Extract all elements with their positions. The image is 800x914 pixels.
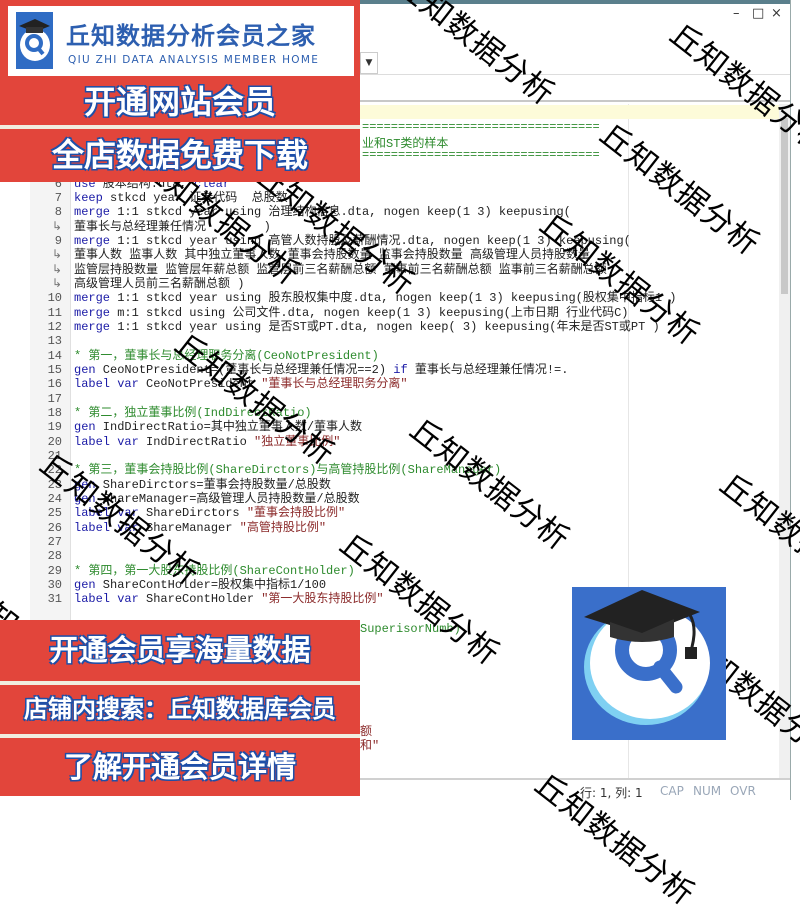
line-number: 16 <box>47 377 62 392</box>
line-number: 29 <box>47 563 62 578</box>
line-number: 28 <box>47 549 62 564</box>
code-keyword: merge <box>74 205 111 220</box>
line-number: 31 <box>47 592 62 607</box>
line-number: 10 <box>47 291 62 306</box>
code-line[interactable]: 15 gen CeoNotPresident=(董事长与总经理兼任情况==2) i… <box>30 363 780 377</box>
code-keyword: merge <box>74 319 111 334</box>
brand-name-cn: 丘知数据分析会员之家 <box>66 22 316 50</box>
line-number: 8 <box>54 205 62 220</box>
graduation-cap-magnifier-icon <box>584 590 710 725</box>
code-line[interactable]: 18 * 第二，独立董事比例(IndDirectRatio) <box>30 406 780 420</box>
code-keyword: merge <box>74 305 111 320</box>
banner-massive-data[interactable]: 开通会员享海量数据 <box>0 620 360 681</box>
code-line[interactable]: 9 merge 1:1 stkcd year using 高管人数持股及薪酬情况.… <box>30 234 780 248</box>
code-line[interactable]: 19 gen IndDirectRatio=其中独立董事人数/董事人数 <box>30 420 780 434</box>
comment-fragment: ================================= <box>362 148 600 162</box>
line-number: 19 <box>47 420 62 435</box>
minimize-button[interactable]: – <box>733 6 740 21</box>
line-number: 13 <box>47 334 62 349</box>
banner-free-download[interactable]: 全店数据免费下载 <box>0 130 360 180</box>
brand-logo-large <box>572 587 726 740</box>
comment-fragment: ================================= <box>362 120 600 134</box>
code-text: 高级管理人员前三名薪酬总额 ) <box>74 276 245 291</box>
line-number: 26 <box>47 520 62 535</box>
line-number: 27 <box>47 535 62 550</box>
code-string: "高管持股比例" <box>239 520 327 535</box>
code-line[interactable]: 21 <box>30 449 780 463</box>
wrap-continuation-icon: ↳ <box>51 262 62 277</box>
caps-lock-indicator: CAP <box>660 784 684 798</box>
brand-name-en: QIU ZHI DATA ANALYSIS MEMBER HOME <box>68 54 320 66</box>
code-keyword: label var <box>74 434 139 449</box>
code-text: ShareContHolder <box>138 592 262 607</box>
divider <box>0 125 360 129</box>
code-line[interactable]: ↳ 董事长与总经理兼任情况 ) <box>30 220 780 234</box>
line-number: 9 <box>54 233 62 248</box>
close-button[interactable]: × <box>771 6 782 21</box>
code-text: 董事长与总经理兼任情况!=. <box>407 362 569 377</box>
promo-panel-top: 丘知数据分析会员之家 QIU ZHI DATA ANALYSIS MEMBER … <box>0 0 360 182</box>
line-number: 30 <box>47 578 62 593</box>
wrap-continuation-icon: ↳ <box>51 219 62 234</box>
code-keyword: label var <box>74 377 139 392</box>
brand-header: 丘知数据分析会员之家 QIU ZHI DATA ANALYSIS MEMBER … <box>8 6 354 76</box>
code-keyword: merge <box>74 291 111 306</box>
code-line[interactable]: 17 <box>30 392 780 406</box>
code-text: m:1 stkcd using 公司文件.dta, nogen keep(1 3… <box>110 305 629 320</box>
banner-store-search[interactable]: 店铺内搜索：丘知数据库会员 <box>0 685 360 734</box>
wrap-continuation-icon: ↳ <box>51 248 62 263</box>
toolbar-dropdown[interactable]: ▼ <box>360 52 378 74</box>
line-number: 17 <box>47 391 62 406</box>
banner-membership-details[interactable]: 了解开通会员详情 <box>0 738 360 796</box>
code-keyword: gen <box>74 362 96 377</box>
code-string: "第一大股东持股比例" <box>261 592 384 607</box>
line-number: 7 <box>54 190 62 205</box>
code-line[interactable]: 22 * 第三，董事会持股比例(ShareDirctors)与高管持股比例(Sha… <box>30 463 780 477</box>
line-number: 25 <box>47 506 62 521</box>
code-keyword: keep <box>74 190 103 205</box>
line-number: 18 <box>47 406 62 421</box>
string-fragment: 和" <box>360 739 380 753</box>
code-line[interactable]: 14 * 第一，董事长与总经理职务分离(CeoNotPresident) <box>30 349 780 363</box>
code-keyword: if <box>393 362 408 377</box>
code-text: ShareDirctors=董事会持股数量/总股数 <box>95 477 331 492</box>
code-keyword: gen <box>74 420 96 435</box>
line-number: 15 <box>47 362 62 377</box>
wrap-continuation-icon: ↳ <box>51 276 62 291</box>
code-comment: * 第四，第一大股东持股比例(ShareContHolder) <box>74 563 355 578</box>
code-text: ShareContHolder=股权集中指标1/100 <box>95 578 327 593</box>
code-keyword: merge <box>74 233 111 248</box>
brand-logo-icon <box>16 12 53 69</box>
code-line[interactable]: 8 merge 1:1 stkcd year using 治理结构信息.dta, … <box>30 205 780 219</box>
scrollbar-thumb[interactable] <box>781 118 788 294</box>
maximize-button[interactable]: □ <box>752 6 764 21</box>
banner-open-membership[interactable]: 开通网站会员 <box>0 79 360 125</box>
overwrite-indicator: OVR <box>730 784 756 798</box>
line-number: 11 <box>47 305 62 320</box>
code-keyword: gen <box>74 578 96 593</box>
line-number: 14 <box>47 348 62 363</box>
code-text: 监管层持股数量 监管层年薪总额 监管层前三名薪酬总额 董事前三名薪酬总额 监事前… <box>74 262 607 277</box>
num-lock-indicator: NUM <box>693 784 722 798</box>
code-keyword: label var <box>74 592 139 607</box>
code-line[interactable]: 16 label var CeoNotPresident "董事长与总经理职务分离… <box>30 377 780 391</box>
code-text: IndDirectRatio <box>138 434 255 449</box>
line-number: 12 <box>47 319 62 334</box>
code-line[interactable]: 23 gen ShareDirctors=董事会持股数量/总股数 <box>30 478 780 492</box>
code-string: "董事会持股比例" <box>246 506 346 521</box>
